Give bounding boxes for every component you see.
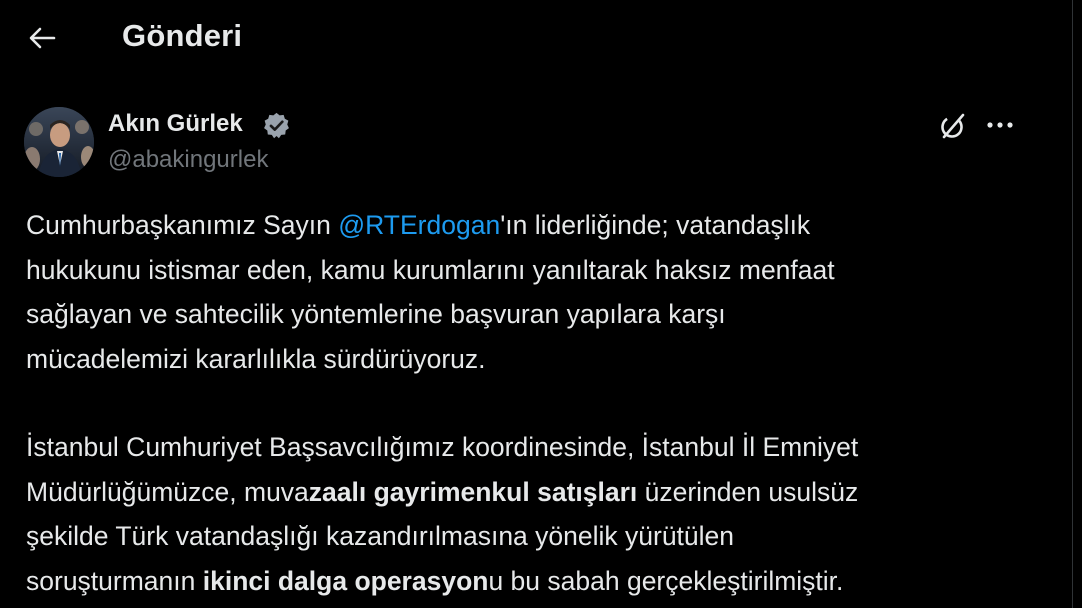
text-line: hukukunu istismar eden, kamu kurumlarını… (26, 254, 835, 285)
text-line: Müdürlüğümüzce, muvazaalı gayrimenkul sa… (26, 476, 859, 507)
text-line: Cumhurbaşkanımız Sayın @RTErdogan'ın lid… (26, 210, 811, 240)
column-divider (1072, 0, 1073, 608)
page-header: Gönderi (0, 0, 1072, 80)
text-line: soruşturmanın ikinci dalga operasyonu bu… (26, 565, 844, 596)
grok-icon[interactable] (936, 110, 970, 142)
avatar[interactable] (24, 107, 94, 177)
page-title: Gönderi (122, 18, 243, 53)
text-line: mücadelemizi kararlılıkla sürdürüyoruz. (26, 343, 486, 374)
bold-text: ikinci dalga operasyon (202, 565, 489, 596)
author-name[interactable]: Akın Gürlek (108, 110, 243, 138)
bold-text: zaalı gayrimenkul satışları (308, 476, 638, 507)
verified-badge-icon (262, 111, 291, 140)
text-line: İstanbul Cumhuriyet Başsavcılığımız koor… (26, 432, 859, 462)
arrow-left-icon (28, 26, 56, 55)
mention-link[interactable]: @RTErdogan (338, 210, 500, 240)
more-horizontal-icon[interactable] (980, 108, 1020, 142)
tweet-paragraph-2: İstanbul Cumhuriyet Başsavcılığımız koor… (26, 425, 1066, 603)
tweet-text: Cumhurbaşkanımız Sayın @RTErdogan'ın lid… (26, 203, 1066, 603)
text-line: şekilde Türk vatandaşlığı kazandırılması… (26, 521, 735, 551)
text-line: sağlayan ve sahtecilik yöntemlerine başv… (26, 299, 726, 329)
tweet-paragraph-1: Cumhurbaşkanımız Sayın @RTErdogan'ın lid… (26, 203, 1066, 381)
back-button[interactable] (22, 22, 62, 58)
author-handle[interactable]: @abakingurlek (108, 146, 268, 174)
